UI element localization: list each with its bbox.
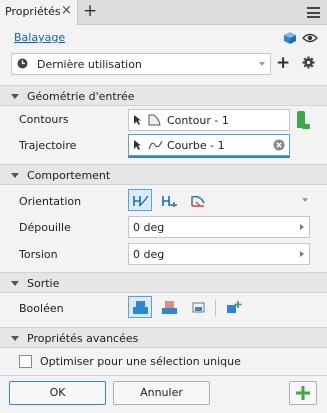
chevron-right-icon[interactable] bbox=[300, 251, 304, 257]
orientation-fixed-button[interactable] bbox=[157, 189, 181, 211]
profile-value: Contour - 1 bbox=[167, 114, 229, 127]
ok-button[interactable]: OK bbox=[9, 381, 106, 405]
twist-input[interactable]: 0 deg bbox=[128, 243, 310, 265]
apply-button[interactable] bbox=[289, 381, 317, 405]
clear-selection-icon[interactable] bbox=[273, 139, 285, 154]
taper-input[interactable]: 0 deg bbox=[128, 216, 310, 238]
menu-icon[interactable] bbox=[307, 7, 320, 18]
panel-tab-bar: Propriétés × + bbox=[0, 0, 327, 25]
taper-label: Dépouille bbox=[19, 221, 71, 234]
add-tab-button[interactable]: + bbox=[83, 1, 97, 21]
select-cursor-icon bbox=[133, 139, 142, 154]
solid-output-icon-base bbox=[302, 124, 310, 129]
orientation-label: Orientation bbox=[19, 195, 82, 208]
section-output[interactable]: Sortie bbox=[0, 272, 327, 293]
section-title: Propriétés avancées bbox=[27, 332, 139, 345]
taper-value: 0 deg bbox=[133, 221, 165, 234]
tab-properties[interactable]: Propriétés × bbox=[0, 0, 78, 25]
boolean-intersect-button[interactable] bbox=[186, 296, 210, 318]
preset-value: Dernière utilisation bbox=[37, 58, 142, 71]
add-preset-button[interactable]: + bbox=[276, 54, 290, 72]
cube-icon[interactable] bbox=[283, 31, 297, 48]
curve-icon bbox=[148, 139, 163, 154]
boolean-cut-button[interactable] bbox=[157, 296, 181, 318]
divider bbox=[0, 375, 327, 376]
collapse-triangle-icon bbox=[11, 281, 19, 286]
boolean-label: Booléen bbox=[19, 302, 64, 315]
new-solid-button[interactable] bbox=[221, 296, 245, 318]
section-title: Comportement bbox=[27, 169, 111, 182]
section-input-geometry[interactable]: Géométrie d'entrée bbox=[0, 85, 327, 106]
section-behavior[interactable]: Comportement bbox=[0, 164, 327, 185]
orientation-guide-button[interactable] bbox=[186, 189, 210, 211]
select-cursor-icon bbox=[133, 114, 142, 129]
chevron-right-icon[interactable] bbox=[300, 224, 304, 230]
tab-close-icon[interactable]: × bbox=[61, 3, 72, 18]
section-advanced[interactable]: Propriétés avancées bbox=[0, 327, 327, 348]
gear-icon[interactable] bbox=[302, 56, 315, 72]
twist-value: 0 deg bbox=[133, 248, 165, 261]
collapse-triangle-icon bbox=[11, 336, 19, 341]
clock-icon bbox=[17, 58, 28, 72]
twist-label: Torsion bbox=[19, 248, 58, 261]
profile-shape-icon bbox=[148, 114, 161, 129]
orientation-path-button[interactable] bbox=[128, 189, 152, 211]
eye-icon[interactable] bbox=[302, 33, 318, 46]
divider bbox=[215, 299, 216, 317]
feature-name-link[interactable]: Balayage bbox=[14, 31, 65, 44]
collapse-triangle-icon bbox=[11, 94, 19, 99]
optimize-label: Optimiser pour une sélection unique bbox=[40, 355, 241, 368]
boolean-join-button[interactable] bbox=[128, 296, 152, 318]
path-value: Courbe - 1 bbox=[167, 139, 225, 152]
path-label: Trajectoire bbox=[19, 139, 77, 152]
optimize-checkbox[interactable] bbox=[19, 355, 32, 368]
profile-label: Contours bbox=[19, 113, 69, 126]
profile-selector[interactable]: Contour - 1 bbox=[128, 109, 290, 131]
preset-dropdown[interactable]: Dernière utilisation bbox=[11, 53, 271, 75]
chevron-down-icon[interactable] bbox=[302, 198, 308, 202]
tab-properties-label: Propriétés bbox=[5, 5, 61, 18]
collapse-triangle-icon bbox=[11, 173, 19, 178]
chevron-down-icon bbox=[259, 62, 265, 66]
section-title: Sortie bbox=[27, 277, 60, 290]
cancel-button[interactable]: Annuler bbox=[113, 381, 210, 405]
path-selector[interactable]: Courbe - 1 bbox=[128, 134, 290, 158]
section-title: Géométrie d'entrée bbox=[27, 90, 135, 103]
active-selection-underline bbox=[128, 156, 290, 158]
